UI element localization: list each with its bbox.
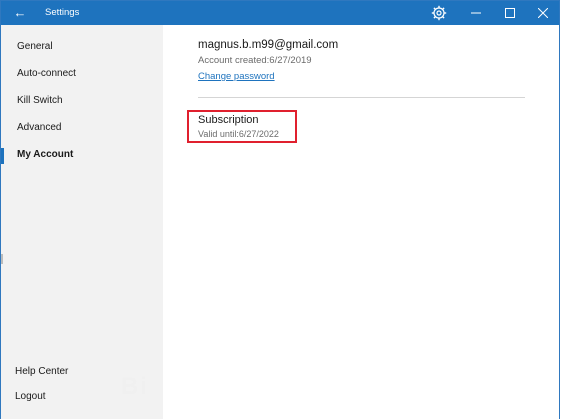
- maximize-button[interactable]: [493, 1, 527, 25]
- settings-window: ← Settings General Auto-connect Kill Swi…: [0, 0, 560, 419]
- sidebar-item-label: Advanced: [17, 122, 62, 133]
- arrow-left-icon[interactable]: ←: [11, 4, 29, 22]
- gear-icon[interactable]: [431, 5, 447, 21]
- sidebar-item-auto-connect[interactable]: Auto-connect: [1, 62, 163, 86]
- account-panel: magnus.b.m99@gmail.com Account created:6…: [163, 25, 559, 419]
- minimize-icon: [471, 12, 481, 14]
- change-password-link[interactable]: Change password: [198, 71, 275, 82]
- sidebar-item-advanced[interactable]: Advanced: [1, 116, 163, 140]
- active-indicator: [1, 148, 4, 164]
- divider: [198, 97, 525, 98]
- sidebar-item-label: Kill Switch: [17, 95, 63, 106]
- help-center-label: Help Center: [15, 366, 69, 377]
- sidebar-item-kill-switch[interactable]: Kill Switch: [1, 89, 163, 113]
- window-title: Settings: [45, 7, 80, 18]
- sidebar-item-label: General: [17, 41, 53, 52]
- sidebar-item-label: My Account: [17, 149, 74, 160]
- subscription-valid-until: Valid until:6/27/2022: [198, 129, 279, 139]
- subscription-title: Subscription: [198, 114, 259, 126]
- account-email: magnus.b.m99@gmail.com: [198, 39, 339, 51]
- sidebar-item-general[interactable]: General: [1, 35, 163, 59]
- close-icon: [538, 8, 548, 18]
- edge-mark: [1, 254, 3, 264]
- watermark: Bi: [121, 373, 149, 400]
- close-button[interactable]: [526, 1, 560, 25]
- sidebar-item-my-account[interactable]: My Account: [1, 143, 163, 167]
- maximize-icon: [505, 8, 515, 18]
- sidebar: General Auto-connect Kill Switch Advance…: [1, 25, 163, 419]
- account-created: Account created:6/27/2019: [198, 55, 312, 66]
- logout-label: Logout: [15, 391, 46, 402]
- minimize-button[interactable]: [459, 1, 493, 25]
- title-bar: ← Settings: [1, 1, 559, 25]
- sidebar-item-label: Auto-connect: [17, 68, 76, 79]
